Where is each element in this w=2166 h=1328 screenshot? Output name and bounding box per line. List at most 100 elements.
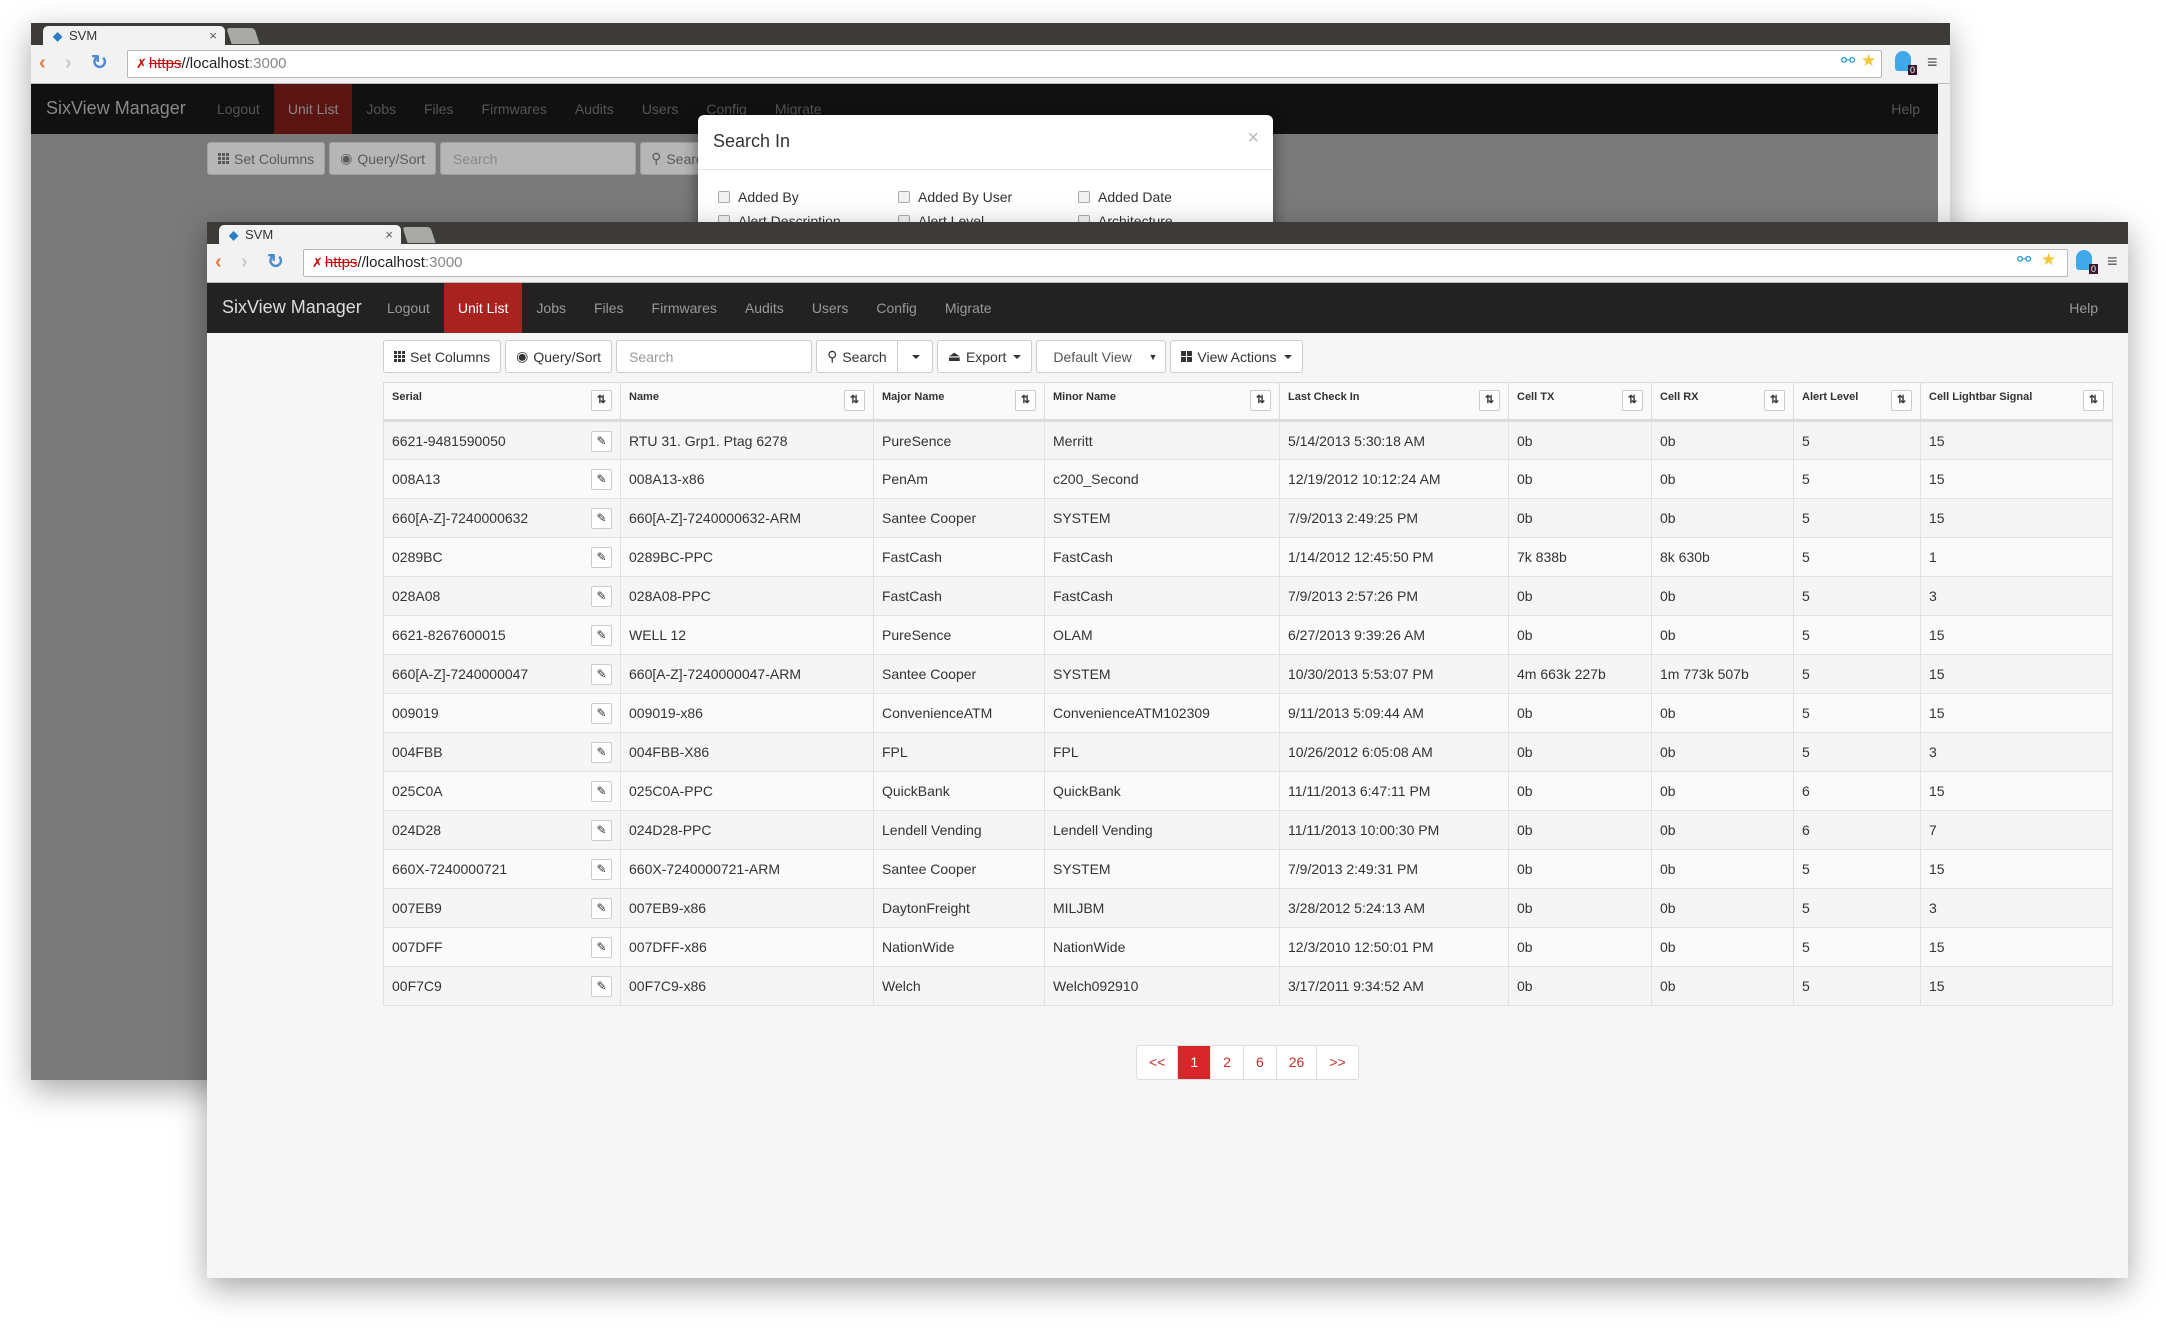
option-added-by-user[interactable]: Added By User (898, 188, 1078, 206)
sort-icon[interactable]: ⇅ (1015, 390, 1036, 411)
nav-files[interactable]: Files (410, 84, 468, 134)
nav-audits[interactable]: Audits (731, 283, 798, 333)
nav-jobs[interactable]: Jobs (522, 283, 580, 333)
nav-help[interactable]: Help (1891, 84, 1920, 134)
checkbox[interactable] (718, 191, 730, 203)
modal-close-icon[interactable]: × (1247, 127, 1259, 150)
close-tab-icon[interactable]: × (209, 28, 217, 43)
edit-pencil-icon[interactable]: ✎ (591, 703, 612, 724)
search-input[interactable] (616, 340, 813, 373)
option-added-date[interactable]: Added Date (1078, 188, 1258, 206)
nav-logout[interactable]: Logout (373, 283, 444, 333)
set-columns-button[interactable]: Set Columns (383, 340, 502, 373)
edit-pencil-icon[interactable]: ✎ (591, 742, 612, 763)
edit-pencil-icon[interactable]: ✎ (591, 469, 612, 490)
edit-pencil-icon[interactable]: ✎ (591, 625, 612, 646)
nav-firmwares[interactable]: Firmwares (468, 84, 561, 134)
nav-jobs[interactable]: Jobs (352, 84, 410, 134)
sort-icon[interactable]: ⇅ (2083, 390, 2104, 411)
close-tab-icon[interactable]: × (385, 227, 393, 242)
sort-icon[interactable]: ⇅ (1764, 390, 1785, 411)
page-link[interactable]: 6 (1244, 1046, 1277, 1079)
query-sort-button[interactable]: ◉ Query/Sort (505, 340, 613, 373)
table-row[interactable]: 660X-7240000721 ✎ 660X-7240000721-ARM Sante… (383, 849, 2113, 889)
back-arrow-icon[interactable]: ‹ (39, 53, 46, 73)
view-actions-button[interactable]: View Actions (1170, 340, 1303, 373)
search-options-dropdown[interactable] (897, 340, 933, 373)
forward-arrow-icon[interactable]: › (241, 252, 248, 272)
table-row[interactable]: 007DFF ✎ 007DFF-x86 NationWide NationWide 12/… (383, 927, 2113, 967)
sort-icon[interactable]: ⇅ (844, 390, 865, 411)
nav-logout[interactable]: Logout (203, 84, 274, 134)
ghostery-extension-icon[interactable]: 0 (2076, 250, 2098, 274)
export-button[interactable]: ⏏ Export (936, 340, 1033, 373)
url-bar[interactable]: ✗ https//localhost:3000 (127, 50, 1882, 78)
edit-pencil-icon[interactable]: ✎ (591, 898, 612, 919)
search-button[interactable]: ⚲ Search (816, 340, 898, 373)
edit-pencil-icon[interactable]: ✎ (591, 937, 612, 958)
edit-pencil-icon[interactable]: ✎ (591, 820, 612, 841)
option-added-by[interactable]: Added By (718, 188, 898, 206)
checkbox[interactable] (898, 191, 910, 203)
browser-menu-icon[interactable]: ≡ (2107, 251, 2121, 272)
nav-config[interactable]: Config (862, 283, 930, 333)
nav-audits[interactable]: Audits (561, 84, 628, 134)
ghostery-extension-icon[interactable]: 0 (1895, 51, 1917, 75)
extension-network-icon[interactable]: ⚯ (2017, 250, 2031, 270)
sort-icon[interactable]: ⇅ (1622, 390, 1643, 411)
reload-icon[interactable]: ↻ (91, 53, 108, 73)
table-row[interactable]: 009019 ✎ 009019-x86 ConvenienceATM Convenien… (383, 693, 2113, 733)
page-link[interactable]: 1 (1178, 1046, 1212, 1079)
browser-menu-icon[interactable]: ≡ (1927, 52, 1941, 73)
edit-pencil-icon[interactable]: ✎ (591, 976, 612, 997)
bookmark-star-icon[interactable]: ★ (2041, 250, 2056, 270)
app-brand[interactable]: SixView Manager (222, 297, 362, 318)
table-row[interactable]: 025C0A ✎ 025C0A-PPC QuickBank QuickBank 11/11… (383, 771, 2113, 811)
table-row[interactable]: 007EB9 ✎ 007EB9-x86 DaytonFreight MILJBM 3/28… (383, 888, 2113, 928)
table-row[interactable]: 028A08 ✎ 028A08-PPC FastCash FastCash 7/9/201… (383, 576, 2113, 616)
table-row[interactable]: 6621-9481590050 ✎ RTU 31. Grp1. Ptag 6278 P… (383, 420, 2113, 460)
nav-help[interactable]: Help (2069, 283, 2098, 333)
set-columns-button[interactable]: Set Columns (207, 142, 326, 175)
table-row[interactable]: 008A13 ✎ 008A13-x86 PenAm c200_Second 12/19/2… (383, 459, 2113, 499)
table-row[interactable]: 660[A-Z]-7240000632 ✎ 660[A-Z]-7240000632-… (383, 498, 2113, 538)
reload-icon[interactable]: ↻ (267, 252, 284, 272)
edit-pencil-icon[interactable]: ✎ (591, 859, 612, 880)
nav-users[interactable]: Users (628, 84, 693, 134)
table-row[interactable]: 0289BC ✎ 0289BC-PPC FastCash FastCash 1/14/20… (383, 537, 2113, 577)
sort-icon[interactable]: ⇅ (1891, 390, 1912, 411)
view-select[interactable]: Default View ▼ (1036, 340, 1167, 373)
edit-pencil-icon[interactable]: ✎ (591, 547, 612, 568)
sort-icon[interactable]: ⇅ (591, 390, 612, 411)
edit-pencil-icon[interactable]: ✎ (591, 664, 612, 685)
table-row[interactable]: 00F7C9 ✎ 00F7C9-x86 Welch Welch092910 3/17/20… (383, 966, 2113, 1006)
page-link[interactable]: 2 (1211, 1046, 1244, 1079)
nav-migrate[interactable]: Migrate (931, 283, 1006, 333)
edit-pencil-icon[interactable]: ✎ (591, 781, 612, 802)
forward-arrow-icon[interactable]: › (65, 53, 72, 73)
nav-users[interactable]: Users (798, 283, 863, 333)
nav-unit-list[interactable]: Unit List (443, 283, 523, 333)
sort-icon[interactable]: ⇅ (1250, 390, 1271, 411)
new-tab-button[interactable] (226, 28, 260, 44)
sort-icon[interactable]: ⇅ (1479, 390, 1500, 411)
bookmark-star-icon[interactable]: ★ (1861, 51, 1876, 71)
browser-tab[interactable]: ◆ SVM × (219, 225, 401, 245)
query-sort-button[interactable]: ◉ Query/Sort (329, 142, 437, 175)
table-row[interactable]: 024D28 ✎ 024D28-PPC Lendell Vending Lendell … (383, 810, 2113, 850)
browser-tab[interactable]: ◆ SVM × (43, 26, 225, 46)
url-bar[interactable]: ✗ https//localhost:3000 (303, 249, 2068, 277)
table-row[interactable]: 660[A-Z]-7240000047 ✎ 660[A-Z]-7240000047-… (383, 654, 2113, 694)
back-arrow-icon[interactable]: ‹ (215, 252, 222, 272)
table-row[interactable]: 004FBB ✎ 004FBB-X86 FPL FPL 10/26/2012 6:05:0… (383, 732, 2113, 772)
table-row[interactable]: 6621-8267600015 ✎ WELL 12 PureSence OLAM 6/27… (383, 615, 2113, 655)
search-input[interactable] (440, 142, 637, 175)
nav-files[interactable]: Files (580, 283, 638, 333)
extension-network-icon[interactable]: ⚯ (1841, 51, 1855, 71)
edit-pencil-icon[interactable]: ✎ (591, 586, 612, 607)
nav-unit-list[interactable]: Unit List (273, 84, 353, 134)
nav-firmwares[interactable]: Firmwares (638, 283, 731, 333)
app-brand[interactable]: SixView Manager (46, 98, 186, 119)
page-first[interactable]: << (1137, 1046, 1179, 1079)
page-link[interactable]: 26 (1277, 1046, 1318, 1079)
